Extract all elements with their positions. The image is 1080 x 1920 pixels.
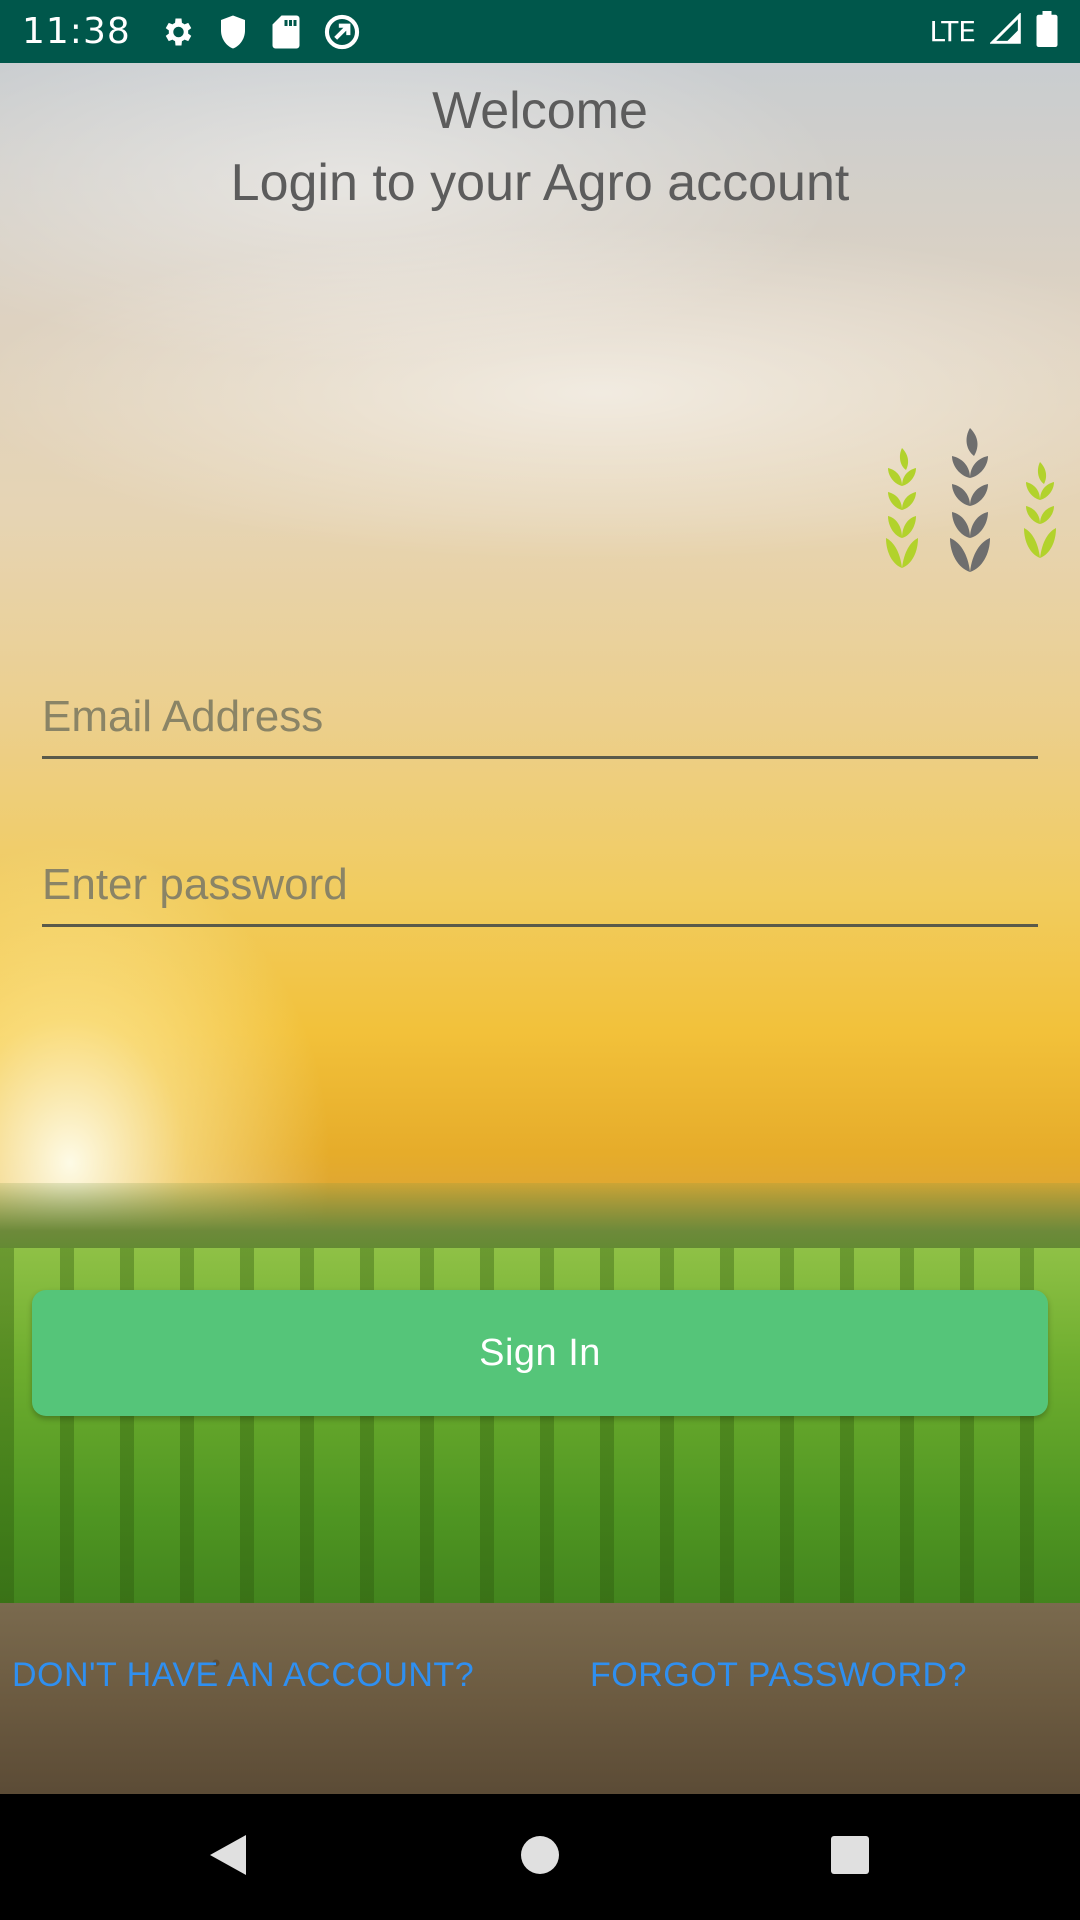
- sd-card-icon: [271, 14, 301, 50]
- settings-icon: [159, 14, 195, 50]
- recents-icon: [830, 1835, 870, 1880]
- sign-in-button[interactable]: Sign In: [32, 1290, 1048, 1416]
- battery-icon: [1036, 11, 1058, 52]
- email-field-container: [42, 678, 1038, 759]
- status-bar: 11:38 LTE: [0, 0, 1080, 63]
- network-type: LTE: [929, 15, 976, 48]
- signal-icon: [989, 12, 1022, 50]
- soil: [0, 1603, 1080, 1794]
- wheat-logo-icon: [862, 426, 1067, 572]
- status-right: LTE: [929, 11, 1058, 52]
- shield-icon: [217, 14, 249, 50]
- background-image: [0, 63, 1080, 1794]
- home-icon: [520, 1835, 560, 1880]
- forgot-password-link[interactable]: Forgot password?: [590, 1656, 967, 1695]
- password-field-container: [42, 846, 1038, 927]
- back-button[interactable]: [168, 1794, 288, 1920]
- password-field[interactable]: [42, 846, 1038, 924]
- welcome-title: Welcome: [432, 82, 648, 140]
- recents-button[interactable]: [790, 1794, 910, 1920]
- login-screen: 11:38 LTE Welcome Login to your Agro acc…: [0, 0, 1080, 1920]
- back-icon: [206, 1831, 250, 1884]
- email-field[interactable]: [42, 678, 1038, 756]
- navigation-bar: [0, 1794, 1080, 1920]
- sync-icon: [323, 13, 361, 51]
- login-subtitle: Login to your Agro account: [230, 154, 850, 212]
- status-time: 11:38: [22, 11, 131, 52]
- home-button[interactable]: [480, 1794, 600, 1920]
- signup-link[interactable]: Don't have an account?: [12, 1656, 474, 1695]
